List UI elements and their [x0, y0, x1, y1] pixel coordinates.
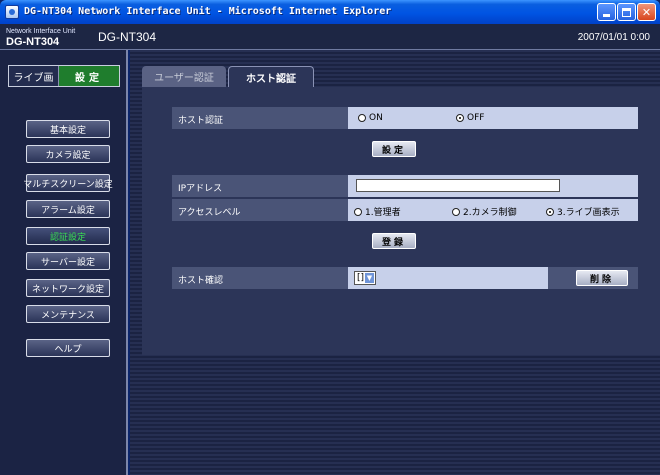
browser-window: DG-NT304 Network Interface Unit - Micros… — [0, 0, 660, 475]
host-confirm-cell: [] ▼ — [348, 267, 548, 289]
radio-camera-control-label: 2.カメラ制御 — [463, 208, 517, 218]
ip-address-row: IPアドレス — [172, 175, 638, 197]
sidebar: ライブ画 設定 基本設定 カメラ設定 マルチスクリーン設定 アラーム設定 認証設… — [0, 50, 128, 475]
mode-toggle: ライブ画 設定 — [8, 65, 120, 87]
minimize-button[interactable] — [597, 3, 616, 21]
maximize-icon — [622, 7, 631, 17]
tab-host-auth[interactable]: ホスト認証 — [228, 66, 314, 87]
ip-address-label: IPアドレス — [178, 184, 223, 194]
ie-icon — [5, 5, 19, 19]
close-icon: ✕ — [641, 5, 652, 19]
close-button[interactable]: ✕ — [637, 3, 656, 21]
window-title: DG-NT304 Network Interface Unit - Micros… — [24, 6, 392, 17]
host-auth-options: ON OFF — [348, 107, 638, 129]
setup-mode-button[interactable]: 設定 — [59, 66, 119, 86]
date-time: 2007/01/01 0:00 — [577, 32, 650, 43]
brand-subtitle: Network Interface Unit — [6, 28, 76, 35]
maximize-button[interactable] — [617, 3, 636, 21]
ip-address-input[interactable] — [356, 179, 560, 192]
radio-live-view-label: 3.ライブ画表示 — [557, 208, 620, 218]
ip-address-cell — [348, 175, 638, 197]
brand-name: DG-NT304 — [6, 36, 60, 48]
settings-panel: ホスト認証 ON OFF 設定 IPアドレス アクセスレベル 1.管理者 2.カ… — [142, 87, 660, 355]
set-button[interactable]: 設定 — [372, 141, 416, 157]
access-level-label: アクセスレベル — [178, 208, 241, 218]
register-button[interactable]: 登録 — [372, 233, 416, 249]
app-header: Network Interface Unit DG-NT304 DG-NT304… — [0, 24, 660, 50]
radio-live-view[interactable]: 3.ライブ画表示 — [546, 205, 620, 218]
host-select-value: [] — [357, 273, 365, 283]
model-name: DG-NT304 — [98, 30, 157, 44]
sidebar-item-basic[interactable]: 基本設定 — [26, 120, 110, 138]
radio-live-view-icon — [546, 207, 554, 216]
radio-off-label: OFF — [467, 113, 485, 123]
access-level-options: 1.管理者 2.カメラ制御 3.ライブ画表示 — [348, 199, 638, 221]
minimize-icon — [603, 14, 610, 17]
chevron-down-icon: ▼ — [365, 273, 374, 283]
radio-admin[interactable]: 1.管理者 — [354, 205, 401, 218]
radio-admin-label: 1.管理者 — [365, 208, 401, 218]
sidebar-item-network[interactable]: ネットワーク設定 — [26, 279, 110, 297]
host-select[interactable]: [] ▼ — [354, 271, 376, 285]
radio-on-label: ON — [369, 113, 383, 123]
radio-on-icon — [358, 114, 366, 122]
sidebar-item-alarm[interactable]: アラーム設定 — [26, 200, 110, 218]
host-confirm-row: ホスト確認 [] ▼ 削除 — [172, 267, 638, 289]
sidebar-item-maintenance[interactable]: メンテナンス — [26, 305, 110, 323]
title-bar: DG-NT304 Network Interface Unit - Micros… — [0, 0, 660, 24]
live-mode-button[interactable]: ライブ画 — [9, 66, 59, 86]
radio-off[interactable]: OFF — [456, 113, 484, 123]
host-confirm-label: ホスト確認 — [178, 276, 224, 286]
radio-camera-control-icon — [452, 207, 460, 216]
sidebar-item-server[interactable]: サーバー設定 — [26, 252, 110, 270]
sidebar-item-auth[interactable]: 認証設定 — [26, 227, 110, 245]
radio-off-icon — [456, 114, 464, 122]
tab-user-auth[interactable]: ユーザー認証 — [142, 66, 226, 87]
radio-admin-icon — [354, 207, 362, 216]
radio-on[interactable]: ON — [358, 113, 383, 123]
host-auth-row: ホスト認証 ON OFF — [172, 107, 638, 129]
access-level-row: アクセスレベル 1.管理者 2.カメラ制御 3.ライブ画表示 — [172, 199, 638, 221]
delete-button[interactable]: 削除 — [576, 270, 628, 286]
radio-camera-control[interactable]: 2.カメラ制御 — [452, 205, 517, 218]
sidebar-item-help[interactable]: ヘルプ — [26, 339, 110, 357]
sidebar-item-multiscreen[interactable]: マルチスクリーン設定 — [23, 174, 113, 192]
main-panel: ユーザー認証 ホスト認証 ホスト認証 ON OFF 設定 IPアドレス アクセス… — [130, 50, 660, 475]
host-auth-label: ホスト認証 — [178, 116, 224, 126]
sidebar-item-camera[interactable]: カメラ設定 — [26, 145, 110, 163]
